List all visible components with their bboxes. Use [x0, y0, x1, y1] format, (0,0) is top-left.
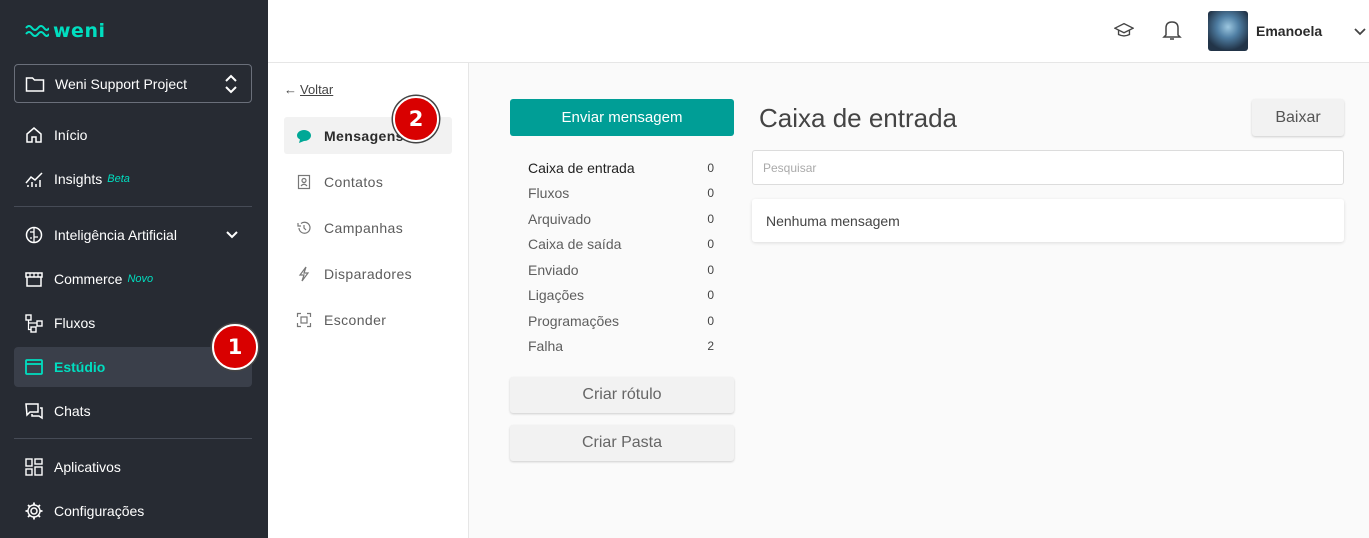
avatar[interactable]: [1208, 11, 1248, 51]
back-arrow-icon: ←: [284, 82, 297, 97]
sidebar-item-commerce[interactable]: Commerce Novo: [14, 259, 252, 299]
collapse-icon: [294, 310, 314, 330]
project-name: Weni Support Project: [55, 75, 188, 92]
create-label-button[interactable]: Criar rótulo: [510, 377, 734, 413]
sidebar-item-ia[interactable]: Inteligência Artificial: [14, 215, 252, 255]
folder-name: Enviado: [528, 261, 579, 278]
sidebar-item-label: Aplicativos: [54, 459, 121, 475]
empty-message: Nenhuma mensagem: [766, 212, 900, 229]
back-label: Voltar: [300, 82, 334, 97]
beta-tag: Beta: [107, 173, 130, 185]
novo-tag: Novo: [127, 273, 154, 285]
folder-count: 0: [707, 211, 714, 226]
subnav-item-label: Campanhas: [324, 219, 404, 236]
folder-name: Caixa de entrada: [528, 159, 635, 176]
annotation-badge-1: 1: [212, 324, 258, 370]
folder-item-outbox[interactable]: Caixa de saída 0: [528, 232, 714, 258]
folder-item-flows[interactable]: Fluxos 0: [528, 181, 714, 207]
folder-count: 0: [707, 186, 714, 201]
folder-name: Fluxos: [528, 185, 570, 202]
chats-icon: [24, 401, 44, 421]
user-name[interactable]: Emanoela: [1256, 23, 1322, 39]
folder-count: 0: [707, 262, 714, 277]
weni-wave-icon: [25, 25, 49, 37]
studio-subnav: ← Voltar Mensagens Contatos Campanhas Dis…: [268, 63, 469, 538]
subnav-item-disparadores[interactable]: Disparadores: [284, 255, 452, 292]
back-link[interactable]: ← Voltar: [284, 82, 333, 97]
sidebar-divider: [14, 438, 252, 439]
sidebar-item-label: Configurações: [54, 503, 145, 519]
empty-state: Nenhuma mensagem: [752, 199, 1344, 242]
sidebar-item-label: Insights: [54, 171, 103, 187]
folder-list: Caixa de entrada 0 Fluxos 0 Arquivado 0 Cai…: [528, 155, 714, 359]
chevron-down-icon[interactable]: [1353, 24, 1367, 42]
folder-name: Arquivado: [528, 210, 592, 227]
annotation-badge-2: 2: [393, 96, 439, 142]
create-folder-button[interactable]: Criar Pasta: [510, 425, 734, 461]
sidebar-item-chats[interactable]: Chats: [14, 391, 252, 431]
folder-item-archived[interactable]: Arquivado 0: [528, 206, 714, 232]
folder-icon: [25, 74, 45, 94]
send-message-button[interactable]: Enviar mensagem: [510, 99, 734, 136]
sidebar-item-configuracoes[interactable]: Configurações: [14, 491, 252, 531]
folder-name: Programações: [528, 312, 620, 329]
folder-item-scheduled[interactable]: Programações 0: [528, 308, 714, 334]
sidebar-item-label: Inteligência Artificial: [54, 227, 177, 243]
subnav-item-contatos[interactable]: Contatos: [284, 163, 452, 200]
search-input[interactable]: [752, 150, 1344, 185]
sidebar-divider: [14, 206, 252, 207]
download-button[interactable]: Baixar: [1252, 99, 1344, 136]
folder-count: 0: [707, 288, 714, 303]
folder-item-calls[interactable]: Ligações 0: [528, 283, 714, 309]
subnav-item-campanhas[interactable]: Campanhas: [284, 209, 452, 246]
subnav-item-esconder[interactable]: Esconder: [284, 301, 452, 338]
lightning-icon: [294, 264, 314, 284]
folder-item-failed[interactable]: Falha 2: [528, 334, 714, 360]
apps-icon: [24, 457, 44, 477]
graduation-cap-icon[interactable]: [1114, 20, 1134, 40]
sidebar-item-aplicativos[interactable]: Aplicativos: [14, 447, 252, 487]
folder-item-sent[interactable]: Enviado 0: [528, 257, 714, 283]
logo-text: weni: [53, 20, 106, 42]
gear-icon: [24, 501, 44, 521]
folder-name: Caixa de saída: [528, 236, 622, 253]
subnav-item-label: Mensagens: [324, 127, 404, 144]
store-icon: [24, 269, 44, 289]
folder-count: 0: [707, 160, 714, 175]
sidebar-item-label: Início: [54, 127, 88, 143]
sidebar: weni Weni Support Project Início Insight…: [0, 0, 268, 538]
contact-card-icon: [294, 172, 314, 192]
folder-name: Falha: [528, 338, 564, 355]
folder-item-inbox[interactable]: Caixa de entrada 0: [528, 155, 714, 181]
chat-bubble-icon: [294, 126, 314, 146]
chart-line-icon: [24, 169, 44, 189]
folder-count: 2: [707, 339, 714, 354]
history-icon: [294, 218, 314, 238]
folder-count: 0: [707, 313, 714, 328]
folder-name: Ligações: [528, 287, 585, 304]
subnav-item-label: Esconder: [324, 311, 387, 328]
sidebar-item-inicio[interactable]: Início: [14, 115, 252, 155]
subnav-item-label: Disparadores: [324, 265, 413, 282]
chevron-down-icon: [222, 225, 242, 245]
brain-icon: [24, 225, 44, 245]
sidebar-item-label: Commerce: [54, 271, 123, 287]
bell-icon[interactable]: [1162, 20, 1182, 40]
flow-icon: [24, 313, 44, 333]
weni-logo[interactable]: weni: [25, 20, 105, 42]
sidebar-item-label: Fluxos: [54, 315, 96, 331]
sidebar-item-insights[interactable]: Insights Beta: [14, 159, 252, 199]
subnav-item-label: Contatos: [324, 173, 384, 190]
chevron-updown-icon: [221, 74, 241, 94]
page-title: Caixa de entrada: [759, 103, 958, 133]
sidebar-item-label: Estúdio: [54, 359, 106, 375]
project-selector[interactable]: Weni Support Project: [14, 64, 252, 103]
home-icon: [24, 125, 44, 145]
folder-count: 0: [707, 237, 714, 252]
top-bar: Emanoela: [268, 0, 1369, 63]
sidebar-item-label: Chats: [54, 403, 91, 419]
studio-icon: [24, 357, 44, 377]
